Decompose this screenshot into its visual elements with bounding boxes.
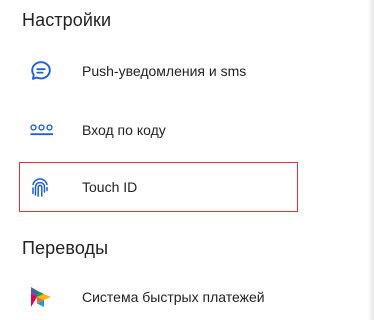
menu-item-fast-payment-system[interactable]: Система быстрых платежей — [20, 274, 370, 320]
passcode-dots-icon — [30, 118, 64, 142]
sbp-logo-icon — [30, 285, 64, 309]
menu-item-push-notifications[interactable]: Push-уведомления и sms — [20, 48, 370, 94]
menu-item-label: Touch ID — [82, 179, 138, 195]
section-title-settings: Настройки — [22, 10, 112, 30]
fingerprint-icon — [30, 175, 64, 199]
menu-item-touch-id[interactable]: Touch ID — [20, 164, 370, 210]
menu-item-label: Система быстрых платежей — [82, 289, 265, 305]
menu-item-passcode-login[interactable]: Вход по коду — [20, 107, 370, 153]
section-title-transfers: Переводы — [22, 238, 109, 258]
settings-screen: Настройки Push-уведомления и sms Вход по… — [0, 0, 374, 320]
menu-item-label: Push-уведомления и sms — [82, 63, 247, 79]
chat-bubble-icon — [30, 59, 64, 83]
edge-shadow — [368, 0, 374, 320]
menu-item-label: Вход по коду — [82, 122, 166, 138]
